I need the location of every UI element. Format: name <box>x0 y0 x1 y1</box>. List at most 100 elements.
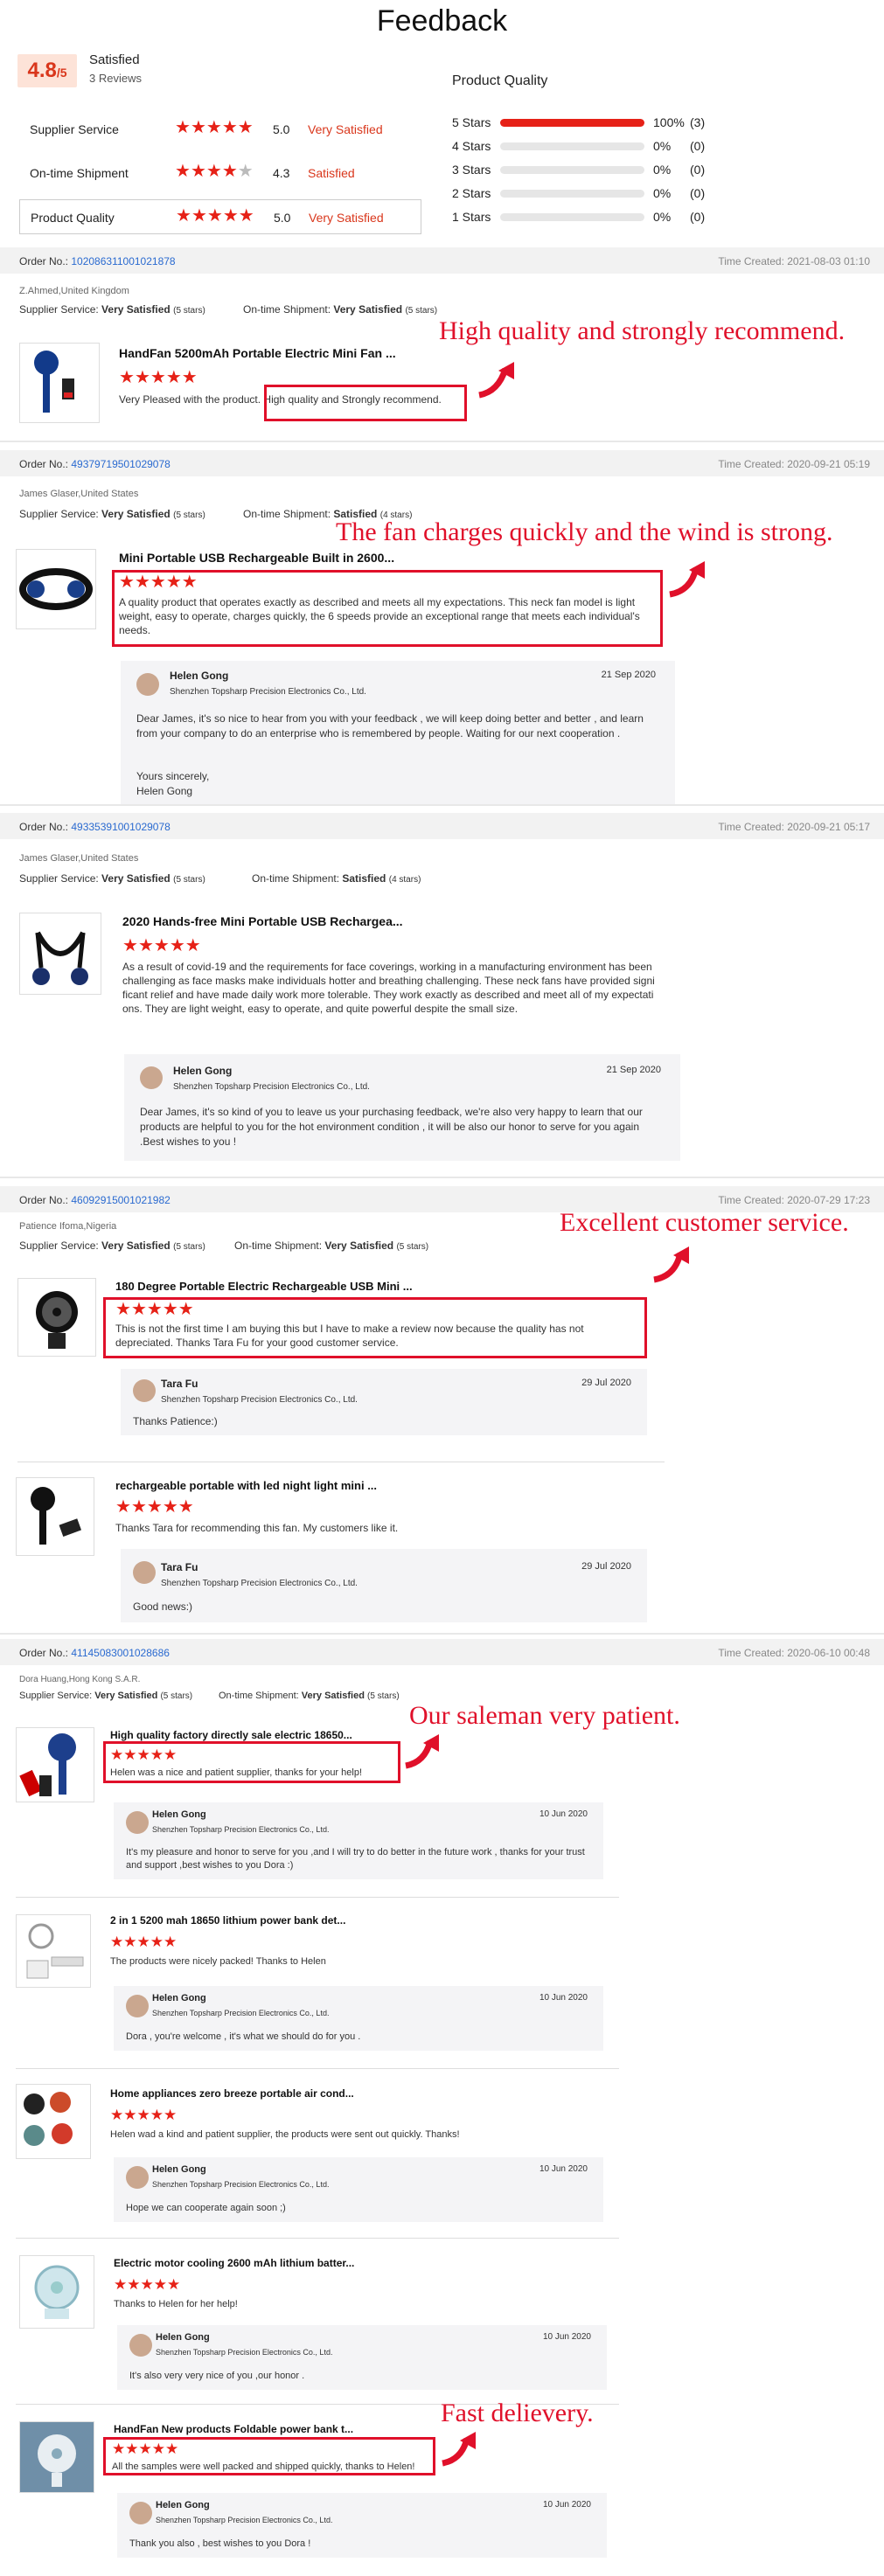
avatar <box>140 1066 163 1089</box>
rating-label: 2 Stars <box>452 186 491 200</box>
metric-stars: ★★★★★ <box>176 207 254 225</box>
product-name[interactable]: rechargeable portable with led night lig… <box>115 1479 377 1492</box>
order-label: Order No.: <box>19 821 72 833</box>
order-link[interactable]: 49335391001029078 <box>71 821 170 833</box>
half-star-icon: ★ <box>237 162 254 181</box>
star-icon: ★ <box>238 206 254 226</box>
rating-count: (3) <box>690 115 706 129</box>
handfan-image <box>31 1487 82 1545</box>
review-stars: ★★★★★ <box>110 1746 177 1764</box>
annotation-text: High quality and strongly recommend. <box>439 316 846 345</box>
curved-arrow-icon <box>478 362 514 399</box>
buyer-info: James Glaser,United States <box>19 853 139 864</box>
star-icon: ★ <box>119 368 135 387</box>
reply-author: Tara Fu <box>161 1378 198 1390</box>
reply-company: Shenzhen Topsharp Precision Electronics … <box>161 1395 358 1405</box>
desk-fan-image <box>34 2265 80 2319</box>
product-thumbnail[interactable] <box>19 913 101 995</box>
product-thumbnail[interactable] <box>19 2255 94 2329</box>
order-link[interactable]: 46092915001021982 <box>71 1194 170 1206</box>
metric-label: Product Quality <box>31 211 115 225</box>
product-thumbnail[interactable] <box>16 2084 91 2159</box>
star-icon: ★ <box>137 936 154 955</box>
rating-label: 4 Stars <box>452 139 491 153</box>
stars-text: (5 stars) <box>173 875 205 885</box>
rating-count: (0) <box>690 186 706 200</box>
label: On-time Shipment: <box>219 1691 302 1701</box>
star-icon: ★ <box>123 2107 137 2123</box>
value: Satisfied <box>342 872 386 885</box>
reply-author: Helen Gong <box>152 2164 206 2175</box>
product-thumbnail[interactable] <box>19 343 100 423</box>
star-icon: ★ <box>164 1746 177 1763</box>
review-text: As a result of covid-19 and the requirem… <box>122 961 655 1015</box>
metric-supplier-service: Supplier Service ★★★★★ 5.0 Very Satisfie… <box>19 112 421 147</box>
page-title: Feedback <box>376 4 508 38</box>
product-thumbnail[interactable] <box>17 1278 96 1357</box>
label: On-time Shipment: <box>243 508 334 520</box>
star-icon: ★ <box>175 162 191 181</box>
star-icon: ★ <box>125 2441 139 2457</box>
order-link[interactable]: 41145083001028686 <box>71 1647 170 1659</box>
product-name[interactable]: Mini Portable USB Rechargeable Built in … <box>119 551 394 565</box>
star-icon: ★ <box>134 368 150 387</box>
metric-stars: ★★★★★ <box>175 163 254 180</box>
product-thumbnail[interactable] <box>16 549 96 629</box>
star-icon: ★ <box>114 2276 128 2293</box>
metric-product-quality[interactable]: Product Quality ★★★★★ 5.0 Very Satisfied <box>19 199 421 234</box>
star-icon: ★ <box>150 1746 164 1763</box>
star-icon: ★ <box>181 368 198 387</box>
stars-text: (5 stars) <box>173 510 205 520</box>
star-icon: ★ <box>167 2276 181 2293</box>
order-number: Order No.: 49379719501029078 <box>19 458 171 470</box>
rating-percent: 100% <box>653 115 685 129</box>
product-name[interactable]: HandFan New products Foldable power bank… <box>114 2423 353 2435</box>
star-icon: ★ <box>153 936 170 955</box>
order-label: Order No.: <box>19 1194 72 1206</box>
star-icon: ★ <box>123 1934 137 1950</box>
buyer-info: Patience Ifoma,Nigeria <box>19 1221 117 1232</box>
star-icon: ★ <box>237 118 254 137</box>
product-thumbnail[interactable] <box>16 1477 94 1556</box>
star-icon: ★ <box>134 573 150 592</box>
review-text: Thanks Tara for recommending this fan. M… <box>115 1522 399 1534</box>
product-name[interactable]: HandFan 5200mAh Portable Electric Mini F… <box>119 346 396 360</box>
reply-company: Shenzhen Topsharp Precision Electronics … <box>152 2180 330 2189</box>
review-stars: ★★★★★ <box>115 1498 194 1517</box>
order-link[interactable]: 49379719501029078 <box>71 458 170 470</box>
foldable-fan-image <box>20 2422 94 2492</box>
product-name[interactable]: 180 Degree Portable Electric Rechargeabl… <box>115 1280 413 1293</box>
review-stars: ★★★★★ <box>114 2276 180 2294</box>
time-created: Time Created: 2020-09-21 05:17 <box>718 821 870 833</box>
rating-row-5: 5 Stars 100% (3) <box>452 114 714 131</box>
product-thumbnail[interactable] <box>16 1727 94 1802</box>
rating-percent: 0% <box>653 163 672 177</box>
order-number: Order No.: 49335391001029078 <box>19 821 171 833</box>
product-name[interactable]: Electric motor cooling 2600 mAh lithium … <box>114 2257 354 2269</box>
product-name[interactable]: 2020 Hands-free Mini Portable USB Rechar… <box>122 914 403 928</box>
reply-closing: Yours sincerely, <box>136 770 210 782</box>
product-name[interactable]: High quality factory directly sale elect… <box>110 1729 352 1741</box>
product-thumbnail[interactable] <box>16 1914 91 1988</box>
time-created: Time Created: 2020-09-21 05:19 <box>718 458 870 470</box>
reply-company: Shenzhen Topsharp Precision Electronics … <box>156 2348 333 2357</box>
star-icon: ★ <box>136 1934 150 1950</box>
rating-row-2: 2 Stars 0% (0) <box>452 184 714 202</box>
product-name[interactable]: Home appliances zero breeze portable air… <box>110 2087 354 2100</box>
rating-count: (0) <box>690 139 706 153</box>
order-link[interactable]: 102086311001021878 <box>71 255 175 267</box>
order-number: Order No.: 41145083001028686 <box>19 1647 170 1659</box>
review-text: A quality product that operates exactly … <box>119 596 640 636</box>
star-icon: ★ <box>177 1300 194 1319</box>
curved-arrow-icon <box>442 2432 476 2467</box>
clip-fan-image <box>36 1291 78 1349</box>
star-icon: ★ <box>130 1300 147 1319</box>
product-name[interactable]: 2 in 1 5200 mah 18650 lithium power bank… <box>110 1914 345 1927</box>
seller-reply: Tara Fu Shenzhen Topsharp Precision Elec… <box>121 1369 647 1435</box>
rating-percent: 0% <box>653 139 672 153</box>
star-icon: ★ <box>176 206 191 226</box>
review-count: 3 Reviews <box>89 72 142 85</box>
review-stars: ★★★★★ <box>110 1934 177 1951</box>
product-thumbnail[interactable] <box>19 2421 94 2493</box>
star-icon: ★ <box>177 1497 194 1517</box>
